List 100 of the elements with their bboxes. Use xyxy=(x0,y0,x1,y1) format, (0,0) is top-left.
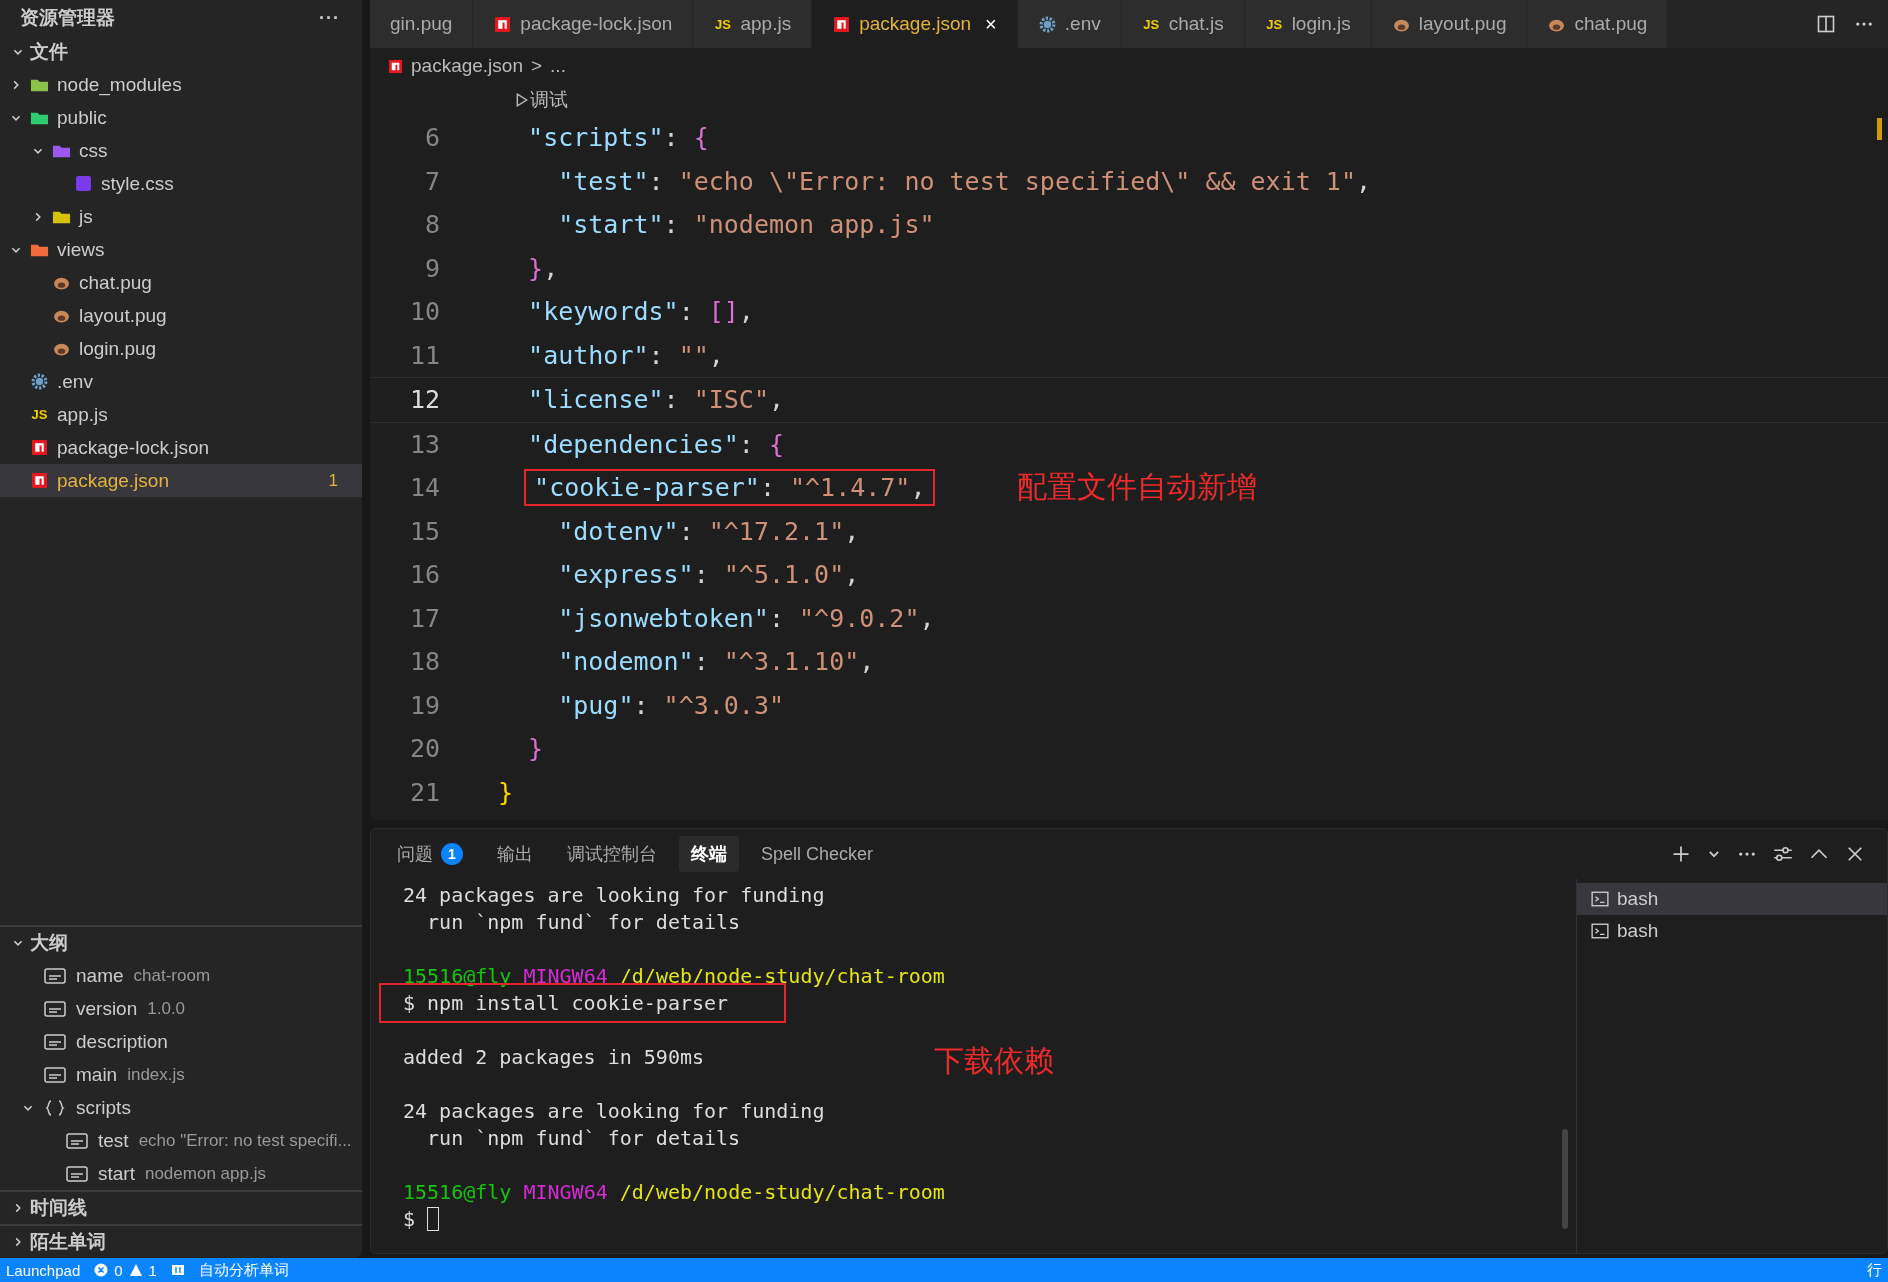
line-number: 6 xyxy=(423,123,441,153)
line-number: 12 xyxy=(408,385,441,415)
error-count[interactable]: 0 xyxy=(114,1261,123,1279)
line-number: 18 xyxy=(408,647,441,677)
line-number: 10 xyxy=(408,297,441,327)
files-section-header[interactable]: 文件 xyxy=(0,36,362,68)
file-tree-item[interactable]: css xyxy=(0,134,362,167)
outline-item[interactable]: description xyxy=(0,1025,362,1058)
file-name: public xyxy=(57,106,107,129)
file-name: views xyxy=(57,238,105,261)
code-line: "pug": "^3.0.3" xyxy=(557,689,785,722)
editor-tab[interactable]: JS chat.js xyxy=(1121,0,1245,48)
panel-tab[interactable]: 调试控制台 xyxy=(555,836,669,872)
npm-file-icon xyxy=(493,15,513,33)
file-tree-item[interactable]: .env xyxy=(0,365,362,398)
outline-name: test xyxy=(98,1129,129,1152)
file-tree-item[interactable]: package.json 1 xyxy=(0,464,362,497)
outline-item[interactable]: version 1.0.0 xyxy=(0,992,362,1025)
line-number: 17 xyxy=(408,603,441,633)
outline-item[interactable]: main index.js xyxy=(0,1058,362,1091)
file-tree-item[interactable]: public xyxy=(0,101,362,134)
close-icon[interactable] xyxy=(1845,844,1865,864)
braces-icon xyxy=(44,1099,66,1116)
text-cursor xyxy=(427,1206,440,1231)
status-item[interactable]: Launchpad xyxy=(6,1261,81,1279)
error-icon xyxy=(94,1263,109,1277)
js-file-icon: JS xyxy=(713,16,733,32)
debug-codelens[interactable]: 调试 xyxy=(516,84,568,116)
editor-tab[interactable]: .env xyxy=(1017,0,1122,48)
sliders-icon[interactable] xyxy=(1773,844,1793,864)
problem-count: 1 xyxy=(328,470,338,491)
editor-tab[interactable]: chat.pug xyxy=(1527,0,1669,48)
line-number: 21 xyxy=(408,777,441,807)
npm-file-icon xyxy=(30,439,49,456)
more-icon[interactable]: ··· xyxy=(319,7,340,29)
editor-tab[interactable]: gin.pug xyxy=(370,0,474,48)
outline-item[interactable]: scripts xyxy=(0,1091,362,1124)
split-editor-icon[interactable] xyxy=(1816,14,1836,34)
js-file-icon: JS xyxy=(30,407,49,422)
outline-section-header[interactable]: 大纲 xyxy=(0,925,362,959)
breadcrumb-item[interactable]: package.json xyxy=(411,55,523,77)
status-item[interactable]: 自动分析单词 xyxy=(198,1260,289,1280)
code-line: "scripts": { xyxy=(527,122,710,155)
outline-value: 1.0.0 xyxy=(147,998,186,1019)
terminal-icon xyxy=(1591,890,1609,908)
file-tree-item[interactable]: views xyxy=(0,233,362,266)
file-tree-item[interactable]: js xyxy=(0,200,362,233)
panel-tab[interactable]: 输出 xyxy=(485,836,545,872)
breadcrumb-separator: > xyxy=(530,55,543,77)
outline-item[interactable]: test echo "Error: no test specifi... xyxy=(0,1124,362,1157)
editor-tab[interactable]: layout.pug xyxy=(1371,0,1528,48)
scrollbar[interactable] xyxy=(1562,1129,1568,1229)
warning-icon xyxy=(128,1263,143,1277)
editor-tab[interactable]: JS app.js xyxy=(693,0,813,48)
code-line: } xyxy=(527,733,545,766)
file-name: package.json xyxy=(57,469,169,492)
terminal-line: 24 packages are looking for funding xyxy=(403,1098,825,1123)
outline-name: name xyxy=(76,964,124,987)
panel-tab[interactable]: 问题 1 xyxy=(385,836,475,872)
file-name: .env xyxy=(57,370,93,393)
annotation-text: 配置文件自动新增 xyxy=(1017,469,1258,506)
terminal-session[interactable]: bash xyxy=(1577,915,1887,947)
outline-value: echo "Error: no test specifi... xyxy=(138,1130,352,1151)
code-line: } xyxy=(497,776,515,809)
warning-count[interactable]: 1 xyxy=(148,1261,157,1279)
breadcrumb-item[interactable]: ... xyxy=(550,55,566,77)
editor-tab[interactable]: package.json × xyxy=(812,0,1018,48)
file-tree-item[interactable]: layout.pug xyxy=(0,299,362,332)
outline-item[interactable]: name chat-room xyxy=(0,959,362,992)
file-tree-item[interactable]: package-lock.json xyxy=(0,431,362,464)
file-tree-item[interactable]: login.pug xyxy=(0,332,362,365)
code-line: "keywords": [], xyxy=(527,296,755,329)
line-number: 20 xyxy=(408,734,441,764)
terminal-session[interactable]: bash xyxy=(1577,883,1887,915)
collapsed-section-header[interactable]: 时间线 xyxy=(0,1190,362,1224)
line-number: 9 xyxy=(423,253,441,283)
section-title: 时间线 xyxy=(30,1196,87,1220)
gear-icon xyxy=(1037,15,1057,33)
file-tree-item[interactable]: JS app.js xyxy=(0,398,362,431)
file-tree-item[interactable]: node_modules xyxy=(0,68,362,101)
file-tree-item[interactable]: style.css xyxy=(0,167,362,200)
play-icon xyxy=(516,93,528,107)
editor-tab[interactable]: JS login.js xyxy=(1244,0,1372,48)
editor-tab[interactable]: package-lock.json xyxy=(473,0,694,48)
gear-icon xyxy=(30,373,49,390)
terminal-line: 24 packages are looking for funding xyxy=(403,882,825,907)
plus-icon[interactable] xyxy=(1671,844,1691,864)
outline-name: version xyxy=(76,997,138,1020)
file-tree-item[interactable]: chat.pug xyxy=(0,266,362,299)
line-number: 16 xyxy=(408,560,441,590)
js-file-icon: JS xyxy=(1264,16,1284,32)
status-item[interactable]: 行 xyxy=(1867,1260,1882,1280)
file-name: style.css xyxy=(101,172,174,195)
file-name: login.pug xyxy=(79,337,157,360)
annotation-text: 下载依赖 xyxy=(934,1043,1055,1079)
outline-item[interactable]: start nodemon app.js xyxy=(0,1157,362,1190)
file-name: package-lock.json xyxy=(57,436,210,459)
panel-tab[interactable]: 终端 xyxy=(679,836,739,872)
npm-file-icon xyxy=(388,58,403,74)
panel-tab[interactable]: Spell Checker xyxy=(749,837,886,871)
